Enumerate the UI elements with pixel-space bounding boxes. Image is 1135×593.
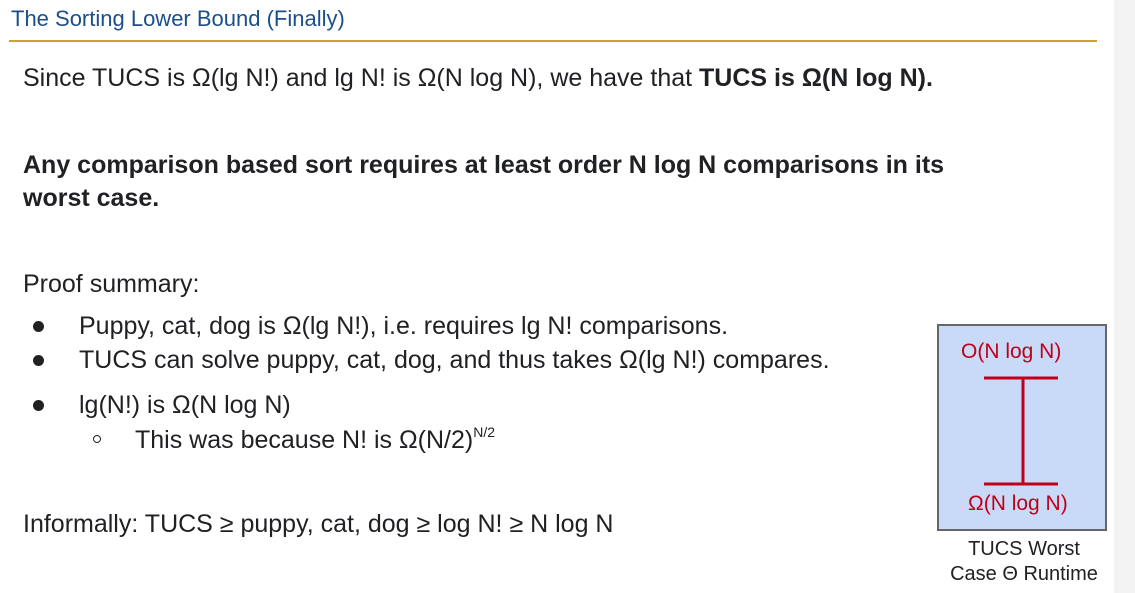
proof-bullet-text: TUCS can solve puppy, cat, dog, and thus… (79, 346, 830, 374)
scrollbar-track[interactable] (1114, 0, 1135, 593)
intro-line: Since TUCS is Ω(lg N!) and lg N! is Ω(N … (23, 64, 933, 93)
proof-heading: Proof summary: (23, 270, 200, 298)
sub-bullet-superscript: N/2 (473, 424, 496, 440)
claim-line-1: Any comparison based sort requires at le… (23, 151, 945, 179)
claim-line-2: worst case. (23, 184, 160, 212)
title-divider (9, 40, 1097, 42)
proof-bullet-text: Puppy, cat, dog is Ω(lg N!), i.e. requir… (79, 312, 729, 340)
intro-text: Since TUCS is Ω(lg N!) and lg N! is Ω(N … (23, 64, 700, 92)
slide-title: The Sorting Lower Bound (Finally) (11, 6, 345, 31)
informal-line: Informally: TUCS ≥ puppy, cat, dog ≥ log… (23, 510, 614, 538)
lower-bound-label: Ω(N log N) (968, 492, 1068, 515)
proof-bullet-text: lg(N!) is Ω(N log N) (79, 391, 291, 419)
bullet-dot-icon (33, 400, 44, 411)
hollow-circle-icon (93, 435, 101, 443)
bullet-dot-icon (33, 355, 44, 366)
bullet-dot-icon (33, 321, 44, 332)
diagram-caption-line-1: TUCS Worst (968, 538, 1080, 560)
diagram-caption-line-2: Case Θ Runtime (950, 563, 1098, 585)
proof-sub-bullet-text: This was because N! is Ω(N/2)N/2 (135, 424, 495, 455)
sub-bullet-main: This was because N! is Ω(N/2) (135, 426, 474, 454)
intro-bold-conclusion: TUCS is Ω(N log N). (699, 64, 933, 92)
